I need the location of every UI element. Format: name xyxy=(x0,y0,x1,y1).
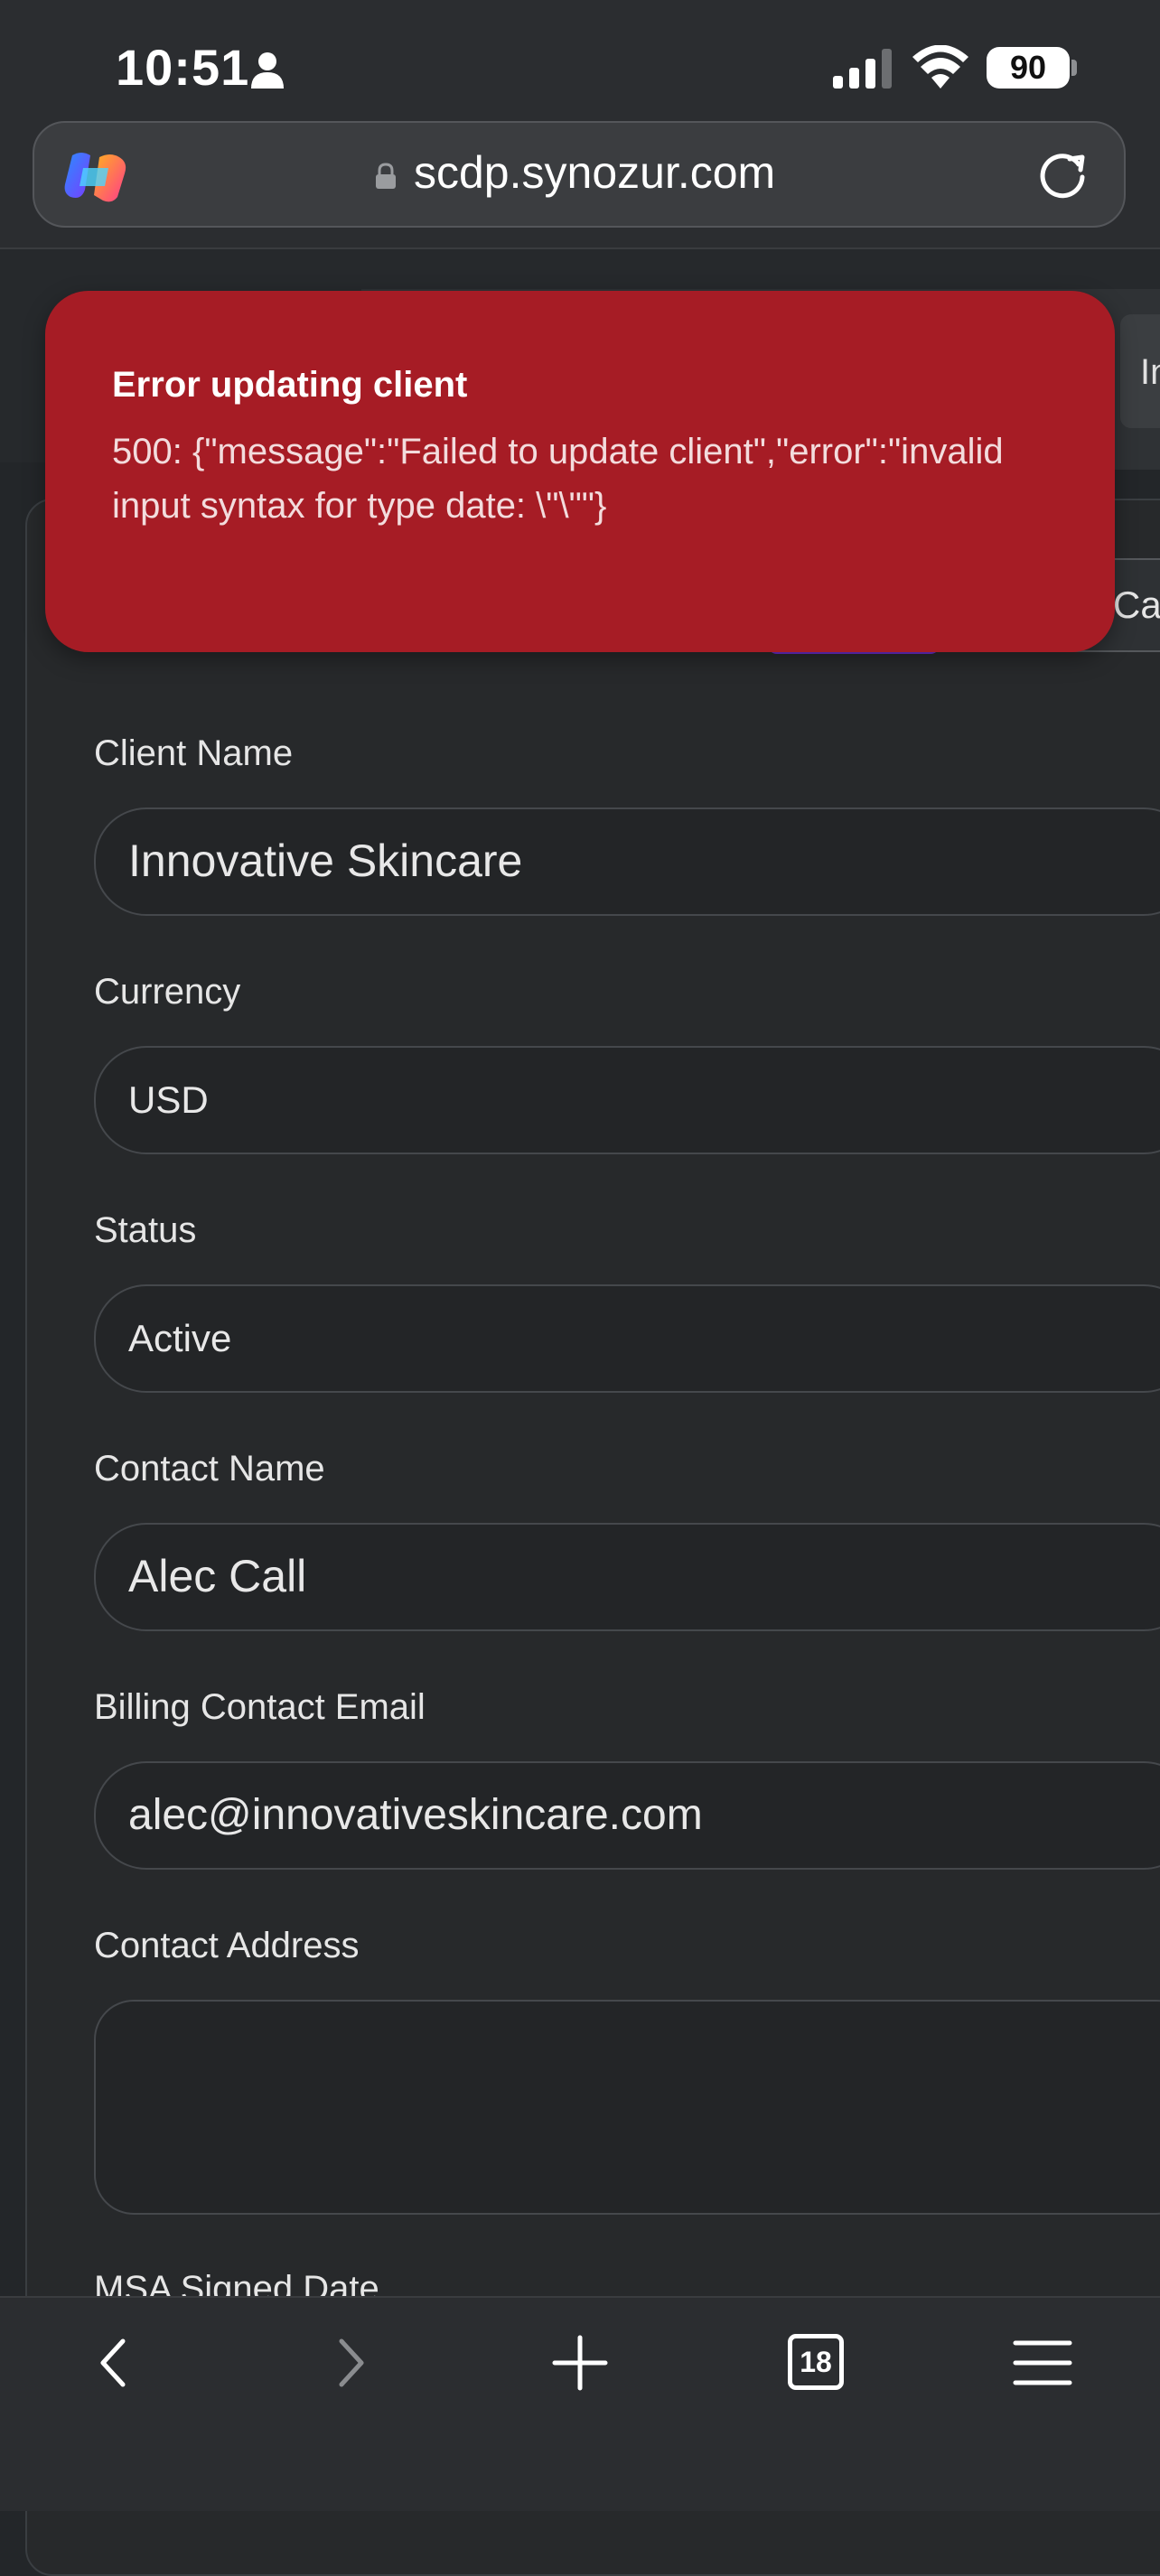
reload-icon[interactable] xyxy=(1035,148,1090,202)
battery-level: 90 xyxy=(987,47,1070,89)
toast-title: Error updating client xyxy=(112,365,468,405)
contact-address-label: Contact Address xyxy=(94,1926,360,1965)
billing-email-value: alec@innovativeskincare.com xyxy=(128,1791,703,1839)
forward-icon[interactable] xyxy=(316,2330,381,2395)
menu-icon[interactable] xyxy=(1010,2330,1075,2395)
lock-icon xyxy=(376,163,396,189)
currency-value: USD xyxy=(128,1078,209,1121)
contact-name-label: Contact Name xyxy=(94,1449,325,1489)
status-label: Status xyxy=(94,1210,197,1250)
status-value: Active xyxy=(128,1317,232,1359)
contact-address-textarea[interactable] xyxy=(94,2000,1160,2215)
back-icon[interactable] xyxy=(83,2330,148,2395)
contact-name-value: Alec Call xyxy=(128,1551,307,1601)
tab-partial-label: In xyxy=(1140,352,1160,392)
url-text[interactable]: scdp.synozur.com xyxy=(414,146,775,199)
browser-toolbar xyxy=(0,2296,1160,2511)
currency-label: Currency xyxy=(94,972,241,1012)
billing-email-label: Billing Contact Email xyxy=(94,1687,426,1727)
status-select[interactable] xyxy=(94,1284,1160,1393)
cancel-button-label: Ca xyxy=(1113,583,1160,626)
battery-nub xyxy=(1071,60,1077,76)
copilot-icon[interactable] xyxy=(63,150,128,204)
wifi-icon xyxy=(912,45,968,89)
currency-select[interactable] xyxy=(94,1046,1160,1154)
toast-message: 500: {"message":"Failed to update client… xyxy=(112,432,1004,526)
client-name-value: Innovative Skincare xyxy=(128,835,523,886)
tabs-icon[interactable]: 18 xyxy=(788,2334,844,2390)
client-name-label: Client Name xyxy=(94,733,294,773)
person-icon xyxy=(251,52,284,89)
status-time: 10:51 xyxy=(116,39,250,96)
cellular-signal-icon xyxy=(833,49,892,89)
new-tab-icon[interactable] xyxy=(547,2330,613,2395)
